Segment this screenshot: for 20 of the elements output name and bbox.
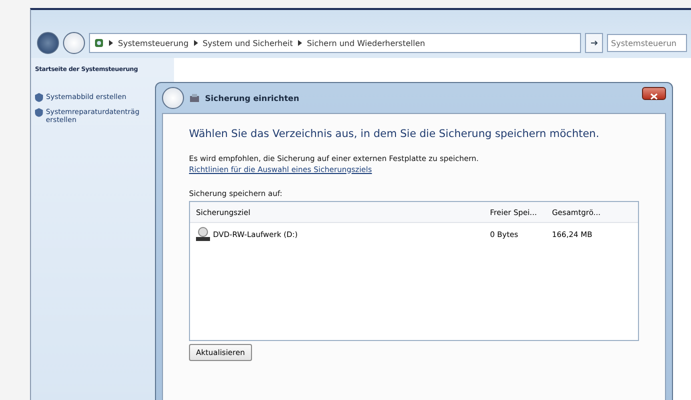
refresh-button[interactable] [585,33,603,53]
chevron-icon [298,40,302,46]
address-bar[interactable]: Systemsteuerung System und Sicherheit Sichern und Wiederherstellen [89,33,581,53]
breadcrumb-item[interactable]: Systemsteuerung [118,38,189,48]
breadcrumb-item[interactable]: Sichern und Wiederherstellen [306,38,426,48]
close-button[interactable] [642,87,666,100]
chevron-icon [194,40,198,46]
back-button[interactable] [37,32,59,54]
dialog-title: Sicherung einrichten [205,94,300,102]
search-field[interactable]: Systemsteuerun [607,34,687,52]
dialog-heading: Wählen Sie das Verzeichnis aus, in dem Sie die Sicherung speichern möchten. [189,128,600,140]
backup-icon [190,94,199,102]
close-icon [650,93,658,100]
control-panel-icon [94,38,104,48]
disc-drive-icon [196,227,210,241]
back-button[interactable] [162,87,184,109]
refresh-icon [590,38,598,48]
chevron-icon [109,40,113,46]
forward-button[interactable] [63,32,85,54]
breadcrumb-item[interactable]: System und Sicherheit [202,38,293,48]
